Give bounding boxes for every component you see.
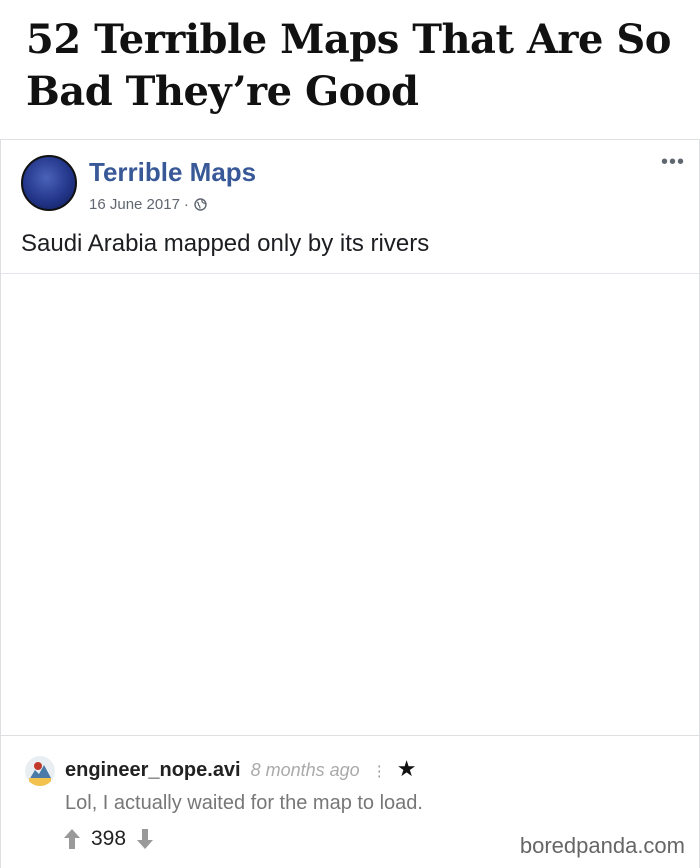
star-icon[interactable]: ★ <box>397 756 417 782</box>
post-meta: 16 June 2017 · <box>89 196 207 213</box>
article-title: 52 Terrible Maps That Are So Bad They’re… <box>26 16 671 115</box>
upvote-arrow-icon[interactable] <box>63 828 81 850</box>
comment-header: engineer_nope.avi 8 months ago ⋮ ★ <box>65 756 416 782</box>
post-text: Saudi Arabia mapped only by its rivers <box>21 230 430 257</box>
comment-username[interactable]: engineer_nope.avi <box>65 759 241 782</box>
vote-count: 398 <box>91 827 127 850</box>
comment: engineer_nope.avi 8 months ago ⋮ ★ Lol, … <box>0 736 700 868</box>
facebook-post: Terrible Maps 16 June 2017 · ••• Saudi A… <box>0 139 700 736</box>
comment-text: Lol, I actually waited for the map to lo… <box>65 792 423 814</box>
more-options-icon[interactable]: ••• <box>661 152 685 172</box>
page-name-link[interactable]: Terrible Maps <box>89 157 256 188</box>
page-avatar[interactable] <box>21 155 77 211</box>
downvote-arrow-icon[interactable] <box>136 828 154 850</box>
vote-controls: 398 <box>63 827 154 851</box>
meta-separator: · <box>183 196 189 213</box>
post-date[interactable]: 16 June 2017 <box>89 196 180 213</box>
globe-icon <box>194 198 207 211</box>
boredpanda-watermark: boredpanda.com <box>519 833 685 858</box>
commenter-avatar[interactable] <box>25 756 55 786</box>
kebab-menu-icon[interactable]: ⋮ <box>372 762 387 780</box>
comment-timestamp[interactable]: 8 months ago <box>251 760 360 781</box>
post-header: Terrible Maps 16 June 2017 · ••• Saudi A… <box>1 140 699 274</box>
blank-map-image <box>1 275 699 735</box>
